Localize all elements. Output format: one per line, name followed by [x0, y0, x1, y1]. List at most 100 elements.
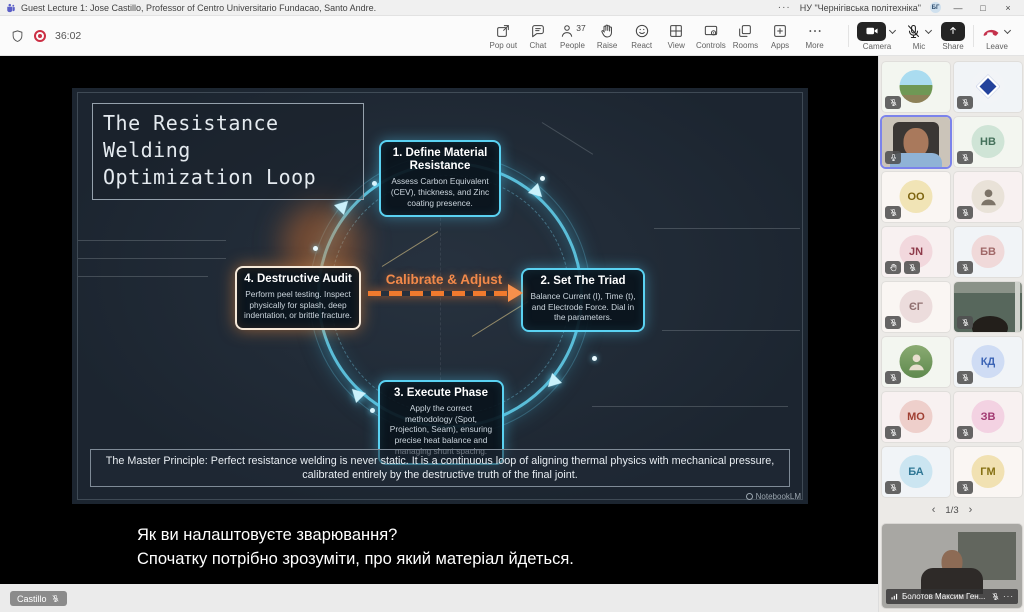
- participant-tile[interactable]: [954, 62, 1022, 112]
- share-button[interactable]: [941, 21, 965, 41]
- react-button[interactable]: React: [624, 16, 659, 56]
- calibrate-arrow-dashes: [368, 291, 508, 296]
- mic-chevron-icon[interactable]: [925, 27, 933, 35]
- more-button[interactable]: More: [797, 16, 832, 56]
- presentation-slide: The Resistance Welding Optimization Loop…: [72, 88, 808, 504]
- mic-muted-icon: [51, 594, 60, 603]
- notebooklm-logo-icon: [745, 493, 753, 500]
- decor-line: [78, 276, 208, 277]
- initials-avatar: ОО: [899, 180, 933, 213]
- notebooklm-watermark: NotebookLM: [745, 492, 801, 501]
- featured-name-bar: Болотов Максим Ген... ···: [886, 589, 1018, 604]
- react-icon: [634, 23, 650, 39]
- camera-group: Camera: [857, 21, 897, 51]
- initials-avatar: ЄГ: [899, 290, 933, 323]
- raise-hand-button[interactable]: Raise: [590, 16, 625, 56]
- participant-tile[interactable]: [882, 62, 950, 112]
- apps-icon: [772, 23, 788, 39]
- participant-tile[interactable]: JN: [882, 227, 950, 277]
- mic-muted-icon: [885, 316, 901, 329]
- chat-button[interactable]: Chat: [521, 16, 556, 56]
- popout-icon: [495, 23, 511, 39]
- circuit-dot: [592, 356, 597, 361]
- participant-tile-active-speaker[interactable]: [882, 117, 950, 167]
- initials-avatar: КД: [971, 345, 1005, 378]
- participant-tile[interactable]: ГМ: [954, 447, 1022, 497]
- popout-button[interactable]: Pop out: [486, 16, 521, 56]
- decor-line: [541, 122, 594, 155]
- participant-tile[interactable]: ЄГ: [882, 282, 950, 332]
- share-up-icon: [947, 25, 959, 37]
- mic-muted-icon: [957, 316, 973, 329]
- initials-avatar: МО: [899, 400, 933, 433]
- maximize-button[interactable]: □: [975, 3, 991, 13]
- decor-line: [654, 228, 800, 229]
- mic-on-icon: [885, 151, 901, 164]
- pager-current: 1/3: [945, 504, 959, 516]
- signal-strength-icon: [890, 592, 899, 601]
- meeting-timer: 36:02: [55, 30, 82, 42]
- mic-muted-icon: [904, 261, 920, 274]
- photo-avatar: [899, 345, 933, 378]
- participant-tile[interactable]: [954, 282, 1022, 332]
- recording-indicator-icon: [34, 30, 46, 42]
- meeting-title: Guest Lecture 1: Jose Castillo, Professo…: [21, 2, 377, 13]
- mic-muted-icon: [957, 371, 973, 384]
- account-avatar[interactable]: БГ: [930, 2, 941, 13]
- mic-muted-icon: [885, 96, 901, 109]
- controls-button[interactable]: Controls: [694, 16, 729, 56]
- camera-chevron-icon[interactable]: [889, 27, 897, 35]
- apps-button[interactable]: Apps: [763, 16, 798, 56]
- people-icon: [559, 23, 575, 39]
- calibrate-adjust-label: Calibrate & Adjust: [385, 272, 503, 287]
- mic-muted-icon[interactable]: [905, 23, 922, 40]
- rooms-button[interactable]: Rooms: [728, 16, 763, 56]
- toolbar-divider: [848, 25, 849, 47]
- mic-muted-icon: [957, 481, 973, 494]
- logo-avatar: [971, 70, 1005, 103]
- participant-tile[interactable]: МО: [882, 392, 950, 442]
- participant-tile[interactable]: БА: [882, 447, 950, 497]
- titlebar-more-icon[interactable]: ···: [778, 2, 791, 13]
- mic-muted-icon: [885, 371, 901, 384]
- presenter-pill[interactable]: Castillo: [10, 591, 67, 606]
- decor-line: [592, 406, 788, 407]
- teams-meeting-window: Guest Lecture 1: Jose Castillo, Professo…: [0, 0, 1024, 612]
- teams-app-icon: [6, 3, 16, 13]
- mic-muted-icon: [957, 96, 973, 109]
- slide-title: The Resistance Welding Optimization Loop: [92, 103, 364, 200]
- view-button[interactable]: View: [659, 16, 694, 56]
- participant-tile[interactable]: [954, 172, 1022, 222]
- circuit-dot: [313, 246, 318, 251]
- featured-more-icon[interactable]: ···: [1003, 592, 1014, 601]
- participants-sidebar: НВ ОО JN БВ ЄГ КД МО ЗВ БА ГМ ‹ 1/3 › Бо…: [878, 56, 1024, 612]
- node-destructive-audit: 4. Destructive Audit Perform peel testin…: [235, 266, 361, 331]
- participant-tile[interactable]: [882, 337, 950, 387]
- people-count: 37: [576, 22, 586, 33]
- initials-avatar: НВ: [971, 125, 1005, 158]
- minimize-button[interactable]: —: [950, 3, 966, 13]
- pager-next-icon[interactable]: ›: [969, 504, 973, 516]
- participant-tile[interactable]: ОО: [882, 172, 950, 222]
- featured-participant-tile[interactable]: Болотов Максим Ген... ···: [882, 524, 1022, 608]
- shared-screen-stage: The Resistance Welding Optimization Loop…: [0, 56, 878, 584]
- camera-button[interactable]: [857, 21, 886, 41]
- caption-line: Як ви налаштовуєте зварювання?: [137, 526, 398, 544]
- participant-tile[interactable]: БВ: [954, 227, 1022, 277]
- leave-chevron-icon[interactable]: [1004, 27, 1012, 35]
- hand-raised-icon: [885, 261, 901, 274]
- mic-muted-icon: [957, 151, 973, 164]
- controls-icon: [703, 23, 719, 39]
- close-button[interactable]: ×: [1000, 3, 1016, 13]
- chat-icon: [530, 23, 546, 39]
- leave-phone-icon[interactable]: [982, 22, 1001, 41]
- participant-tile[interactable]: НВ: [954, 117, 1022, 167]
- title-bar: Guest Lecture 1: Jose Castillo, Professo…: [0, 0, 1024, 16]
- pager-prev-icon[interactable]: ‹: [932, 504, 936, 516]
- mic-group: Mic: [905, 22, 933, 51]
- participant-tile[interactable]: КД: [954, 337, 1022, 387]
- participant-tile[interactable]: ЗВ: [954, 392, 1022, 442]
- people-button[interactable]: 37 People: [555, 16, 590, 56]
- bottom-bar: Castillo: [0, 584, 878, 612]
- org-name: НУ "Чернігівська політехніка": [799, 2, 921, 13]
